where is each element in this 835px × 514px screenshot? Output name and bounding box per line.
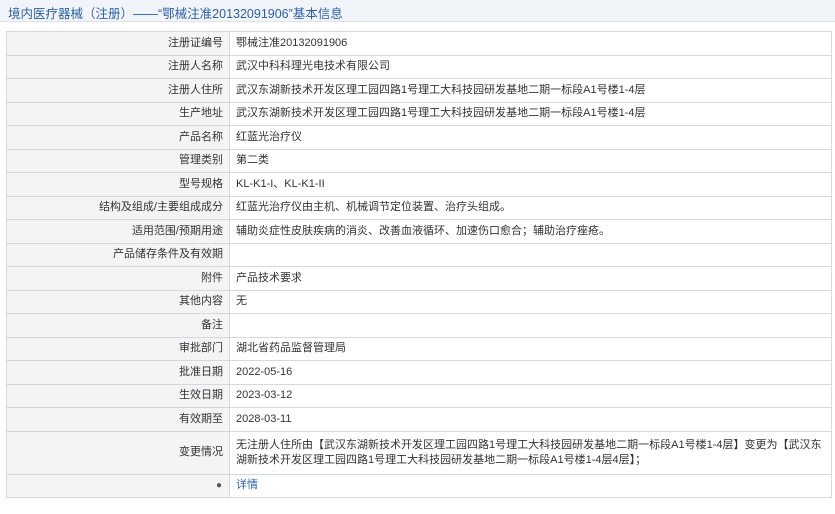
field-value: 2028-03-11	[229, 407, 832, 432]
field-label: 有效期至	[6, 407, 230, 432]
table-row: 结构及组成/主要组成成分 红蓝光治疗仪由主机、机械调节定位装置、治疗头组成。	[6, 195, 832, 220]
field-label: 备注	[6, 313, 230, 338]
table-row: 注册人名称 武汉中科科理光电技术有限公司	[6, 54, 832, 79]
field-value: 武汉东湖新技术开发区理工园四路1号理工大科技园研发基地二期一标段A1号楼1-4层	[229, 78, 832, 103]
field-label: 管理类别	[6, 148, 230, 173]
table-row: 注册人住所 武汉东湖新技术开发区理工园四路1号理工大科技园研发基地二期一标段A1…	[6, 78, 832, 103]
field-label: 审批部门	[6, 336, 230, 361]
field-value: 红蓝光治疗仪	[229, 125, 832, 150]
field-value: 辅助炎症性皮肤疾病的消炎、改善血液循环、加速伤口愈合；辅助治疗痤疮。	[229, 219, 832, 244]
field-value: 2023-03-12	[229, 383, 832, 408]
field-value: 鄂械注准20132091906	[229, 31, 832, 56]
field-value: 武汉东湖新技术开发区理工园四路1号理工大科技园研发基地二期一标段A1号楼1-4层	[229, 101, 832, 126]
table-row: 管理类别 第二类	[6, 148, 832, 173]
field-value: 湖北省药品监督管理局	[229, 336, 832, 361]
field-value: KL-K1-I、KL-K1-II	[229, 172, 832, 197]
table-row: 批准日期 2022-05-16	[6, 360, 832, 385]
field-value: 2022-05-16	[229, 360, 832, 385]
field-value: 无	[229, 289, 832, 314]
detail-link[interactable]: 详情	[236, 479, 258, 491]
field-label: 注册人住所	[6, 78, 230, 103]
table-row: 适用范围/预期用途 辅助炎症性皮肤疾病的消炎、改善血液循环、加速伤口愈合；辅助治…	[6, 219, 832, 244]
table-row: 生产地址 武汉东湖新技术开发区理工园四路1号理工大科技园研发基地二期一标段A1号…	[6, 101, 832, 126]
field-label: 型号规格	[6, 172, 230, 197]
field-value	[229, 242, 832, 267]
detail-label-cell: ●	[6, 473, 230, 498]
table-row: 型号规格 KL-K1-I、KL-K1-II	[6, 172, 832, 197]
page-title: 境内医疗器械（注册）——“鄂械注准20132091906”基本信息	[8, 7, 343, 21]
table-row: ● 详情	[6, 473, 832, 498]
table-row: 产品储存条件及有效期	[6, 242, 832, 267]
field-label: 注册人名称	[6, 54, 230, 79]
field-value: 产品技术要求	[229, 266, 832, 291]
bulb-icon: ●	[215, 480, 222, 492]
field-value: 第二类	[229, 148, 832, 173]
field-label: 适用范围/预期用途	[6, 219, 230, 244]
field-value: 红蓝光治疗仪由主机、机械调节定位装置、治疗头组成。	[229, 195, 832, 220]
field-label: 其他内容	[6, 289, 230, 314]
field-value: 武汉中科科理光电技术有限公司	[229, 54, 832, 79]
table-row: 附件 产品技术要求	[6, 266, 832, 291]
field-value	[229, 313, 832, 338]
field-label: 生产地址	[6, 101, 230, 126]
table-row: 注册证编号 鄂械注准20132091906	[6, 31, 832, 56]
table-row: 生效日期 2023-03-12	[6, 383, 832, 408]
field-label: 变更情况	[6, 430, 230, 475]
field-label: 产品储存条件及有效期	[6, 242, 230, 267]
field-value: 详情	[229, 473, 832, 498]
table-row: 审批部门 湖北省药品监督管理局	[6, 336, 832, 361]
field-label: 产品名称	[6, 125, 230, 150]
table-row: 产品名称 红蓝光治疗仪	[6, 125, 832, 150]
info-table: 注册证编号 鄂械注准20132091906 注册人名称 武汉中科科理光电技术有限…	[6, 31, 832, 498]
field-label: 批准日期	[6, 360, 230, 385]
field-value: 无注册人住所由【武汉东湖新技术开发区理工园四路1号理工大科技园研发基地二期一标段…	[229, 430, 832, 475]
table-row: 其他内容 无	[6, 289, 832, 314]
field-label: 附件	[6, 266, 230, 291]
field-label: 生效日期	[6, 383, 230, 408]
field-label: 注册证编号	[6, 31, 230, 56]
field-label: 结构及组成/主要组成成分	[6, 195, 230, 220]
table-row: 备注	[6, 313, 832, 338]
table-row: 有效期至 2028-03-11	[6, 407, 832, 432]
table-row: 变更情况 无注册人住所由【武汉东湖新技术开发区理工园四路1号理工大科技园研发基地…	[6, 430, 832, 475]
title-bar: 境内医疗器械（注册）——“鄂械注准20132091906”基本信息	[0, 0, 835, 22]
